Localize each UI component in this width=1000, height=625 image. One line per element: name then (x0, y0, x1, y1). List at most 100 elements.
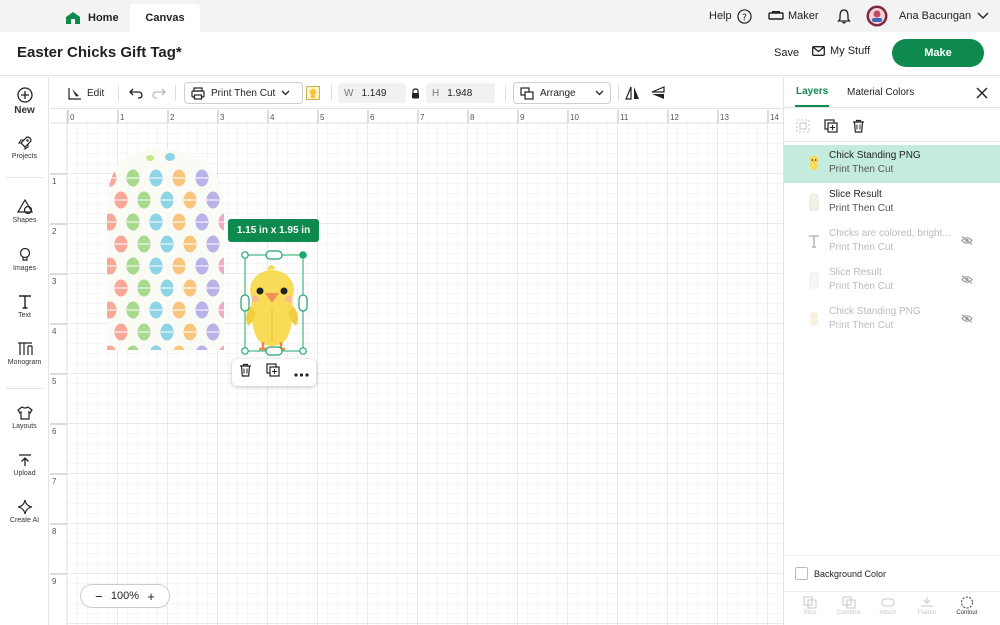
bell-icon (837, 8, 851, 24)
layer-row[interactable]: Chick Standing PNG Print Then Cut (784, 301, 1000, 339)
machine-button[interactable]: Maker (768, 0, 819, 32)
tab-layers[interactable]: Layers (795, 77, 830, 107)
undo-button[interactable] (129, 77, 143, 109)
notifications-button[interactable] (837, 0, 851, 32)
flatten-icon (921, 597, 933, 607)
layouts-label: Layouts (12, 423, 37, 430)
background-color-toggle[interactable]: Background Color (784, 555, 1000, 591)
group-button[interactable] (796, 119, 810, 138)
layer-name: Slice Result (829, 189, 882, 200)
operation-value: Print Then Cut (211, 87, 276, 99)
background-color-checkbox[interactable] (795, 567, 808, 580)
sidebar-item-shapes[interactable]: Shapes (0, 199, 49, 224)
edit-cursor-icon (68, 88, 81, 100)
new-button[interactable]: New (0, 87, 49, 116)
contour-icon (961, 596, 973, 609)
user-menu[interactable]: Ana Bacungan (866, 0, 989, 32)
contour-button[interactable]: Contour (947, 596, 987, 616)
attach-button[interactable]: Attach (868, 596, 908, 616)
sidebar-item-layouts[interactable]: Layouts (0, 405, 49, 430)
my-stuff-button[interactable]: My Stuff (812, 45, 870, 57)
trash-icon (240, 363, 251, 377)
combine-button[interactable]: Combine (829, 596, 869, 616)
arrange-icon (520, 86, 534, 100)
user-name: Ana Bacungan (899, 10, 972, 22)
toolbar-divider (331, 85, 332, 101)
width-field[interactable]: W 1.149 (338, 83, 406, 103)
attach-icon (881, 598, 895, 607)
eye-hidden-icon[interactable] (961, 236, 973, 245)
sidebar-item-text[interactable]: Text (0, 294, 49, 319)
duplicate-button[interactable] (266, 363, 280, 382)
tab-home[interactable]: Home (66, 4, 119, 32)
make-button[interactable]: Make (892, 39, 984, 67)
toolbar-divider (505, 85, 506, 101)
material-color-swatch[interactable] (306, 77, 320, 109)
panel-divider (784, 141, 1000, 142)
plus-circle-icon (16, 87, 33, 103)
tab-home-label: Home (88, 12, 119, 24)
close-panel-button[interactable] (976, 86, 988, 104)
close-icon (976, 87, 988, 99)
layer-row[interactable]: Chick Standing PNG Print Then Cut (784, 145, 1000, 183)
tab-canvas-label: Canvas (145, 12, 185, 24)
arrange-dropdown[interactable]: Arrange (513, 82, 611, 104)
tshirt-icon (16, 406, 33, 420)
tab-canvas[interactable]: Canvas (130, 4, 200, 32)
toolbar-divider (618, 85, 619, 101)
sidebar-divider (6, 177, 43, 178)
top-bar: Home Canvas Help ? Maker Ana Bacungan (0, 0, 1000, 32)
projects-label: Projects (11, 153, 38, 160)
save-button[interactable]: Save (774, 47, 799, 59)
height-value: 1.948 (447, 87, 473, 99)
zoom-control: − 100% + (80, 584, 170, 608)
shapes-label: Shapes (12, 217, 37, 224)
chevron-down-icon (595, 90, 604, 96)
sparkle-icon (17, 499, 32, 515)
redo-button[interactable] (152, 77, 166, 109)
delete-button[interactable] (239, 363, 252, 382)
more-options-button[interactable] (294, 364, 309, 382)
combine-icon (842, 596, 856, 609)
eye-hidden-icon[interactable] (961, 275, 973, 284)
attach-label: Attach (879, 610, 897, 616)
layer-name: Slice Result (829, 267, 882, 278)
tab-material-colors[interactable]: Material Colors (847, 77, 914, 107)
sidebar-item-upload[interactable]: Upload (0, 452, 49, 477)
chevron-down-icon (281, 90, 290, 96)
flip-vertical-button[interactable] (651, 77, 666, 109)
sidebar-item-images[interactable]: Images (0, 247, 49, 272)
help-label: Help (709, 10, 732, 22)
ruler-label: 4 (52, 327, 57, 336)
flatten-button[interactable]: Flatten (907, 596, 947, 616)
edit-button[interactable]: Edit (68, 77, 104, 109)
contour-label: Contour (956, 610, 978, 616)
flip-horizontal-button[interactable] (625, 77, 640, 109)
sidebar-item-projects[interactable]: Projects (0, 135, 49, 160)
help-button[interactable]: Help ? (709, 0, 752, 32)
lock-ratio-button[interactable] (411, 77, 420, 109)
duplicate-layer-button[interactable] (824, 119, 838, 138)
design-canvas[interactable]: 0 1 2 3 4 5 6 7 8 9 10 11 12 13 14 123456789 (50, 110, 783, 625)
sidebar-item-monogram[interactable]: Monogram (0, 341, 49, 366)
operation-dropdown[interactable]: Print Then Cut (184, 82, 303, 104)
layers-panel: Layers Material Colors Chick Standing PN… (783, 77, 1000, 625)
height-field[interactable]: H 1.948 (426, 83, 495, 103)
flatten-label: Flatten (917, 610, 937, 616)
zoom-in-button[interactable]: + (147, 589, 155, 604)
layer-name: Chick Standing PNG (829, 150, 921, 161)
layer-row[interactable]: Slice Result Print Then Cut (784, 262, 1000, 300)
zoom-out-button[interactable]: − (95, 589, 103, 604)
canvas-grid: 0 1 2 3 4 5 6 7 8 9 10 11 12 13 14 123456789 (50, 110, 783, 625)
layer-operation: Print Then Cut (829, 281, 894, 292)
my-stuff-label: My Stuff (830, 45, 871, 57)
ruler-label: 3 (52, 277, 57, 286)
ruler-label: 1 (120, 113, 125, 122)
slice-button[interactable]: Slice (790, 596, 830, 616)
layer-row[interactable]: Slice Result Print Then Cut (784, 184, 1000, 222)
sidebar-item-create-ai[interactable]: Create AI (0, 499, 49, 524)
layer-row[interactable]: Chicks are colored, bright... Print Then… (784, 223, 1000, 261)
delete-layer-button[interactable] (852, 119, 865, 138)
eye-hidden-icon[interactable] (961, 314, 973, 323)
bottom-tools: Slice Combine Attach Flatten Contour (784, 591, 1000, 625)
